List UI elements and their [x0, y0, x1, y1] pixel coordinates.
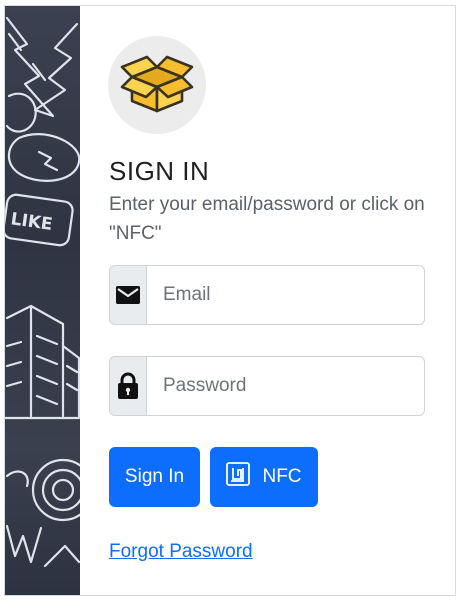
- page-title: SIGN IN: [109, 156, 210, 186]
- logo-badge: [108, 36, 206, 134]
- forgot-password-link[interactable]: Forgot Password: [109, 541, 253, 563]
- login-card: LIKE SIGN IN Enter your email/password o…: [4, 5, 456, 596]
- sign-in-button[interactable]: Sign In: [109, 447, 200, 507]
- email-input-group: [109, 265, 425, 325]
- open-box-icon: [120, 53, 194, 118]
- password-input[interactable]: [146, 356, 425, 416]
- email-input[interactable]: [146, 265, 425, 325]
- lock-icon: [109, 356, 146, 416]
- password-input-group: [109, 356, 425, 416]
- nfc-button[interactable]: NFC: [210, 447, 318, 507]
- page-subtitle: Enter your email/password or click on "N…: [109, 194, 425, 244]
- envelope-icon: [109, 265, 146, 325]
- nfc-icon: [226, 462, 251, 492]
- svg-text:LIKE: LIKE: [9, 209, 53, 235]
- doodle-side-panel: LIKE: [5, 6, 80, 595]
- nfc-button-label: NFC: [262, 466, 302, 487]
